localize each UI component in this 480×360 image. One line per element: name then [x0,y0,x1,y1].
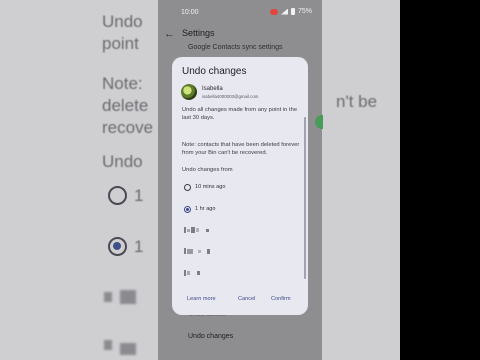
page-title: Settings [182,28,215,38]
battery-level: 75% [297,8,312,15]
status-bar: 10:00 75% [158,0,322,22]
option-redacted-1[interactable] [184,227,209,233]
phone-screen: 10:00 75% ← Settings Google Contacts syn… [158,0,322,360]
avatar [181,84,197,100]
radio-icon[interactable] [184,183,191,191]
fab-edge-icon[interactable] [315,115,323,129]
blurred-radio-selected-icon [108,237,127,256]
blurred-text-recover: recove [102,118,154,137]
undo-changes-dialog: Undo changes Isabella isabella4000003@gm… [172,57,308,315]
radio-selected-icon[interactable] [184,205,191,213]
settings-row-sync[interactable]: Google Contacts sync settings [188,44,283,51]
blurred-right-panel: n't be [322,0,400,360]
blurred-text-note: Note: [102,74,143,93]
status-time: 10:00 [181,9,199,16]
blurred-text-delete: delete [102,96,149,115]
battery-icon [290,8,295,15]
option-redacted-3[interactable] [184,270,200,276]
option-1-hr[interactable]: 1 hr ago [184,204,216,214]
scrollbar-thumb[interactable] [304,117,306,279]
settings-row-undo-changes[interactable]: Undo changes [188,333,233,340]
cancel-button[interactable]: Cancel [238,296,255,302]
learn-more-button[interactable]: Learn more [187,296,216,302]
blurred-text-cant-be: n't be [336,92,378,111]
account-name: Isabella [202,86,223,92]
back-arrow-icon[interactable]: ← [164,28,176,40]
option-label: 10 mins ago [195,184,226,190]
blurred-redaction [120,290,136,304]
blurred-text-undo: Undo [102,12,143,31]
option-10-mins[interactable]: 10 mins ago [184,182,225,192]
blurred-text-1b: 1 [134,237,144,256]
blurred-redaction [104,292,112,302]
option-label: 1 hr ago [195,206,216,212]
recording-icon [269,8,278,15]
signal-icon [280,8,288,15]
blurred-left-panel: Undo point Note: delete recove Undo 1 1 [0,0,158,360]
black-margin [400,0,480,360]
option-redacted-2[interactable] [184,248,210,254]
app-bar: ← Settings [158,22,322,46]
blurred-radio-icon [108,186,127,205]
blurred-text-1: 1 [134,186,144,205]
dialog-scrollbar[interactable] [304,117,306,279]
dialog-description: Undo all changes made from any point in … [182,107,298,121]
blurred-redaction [104,340,112,350]
blurred-text-undo-2: Undo [102,152,143,171]
blurred-redaction [120,343,136,355]
confirm-button[interactable]: Confirm [271,296,291,302]
blurred-text-point: point [102,34,139,53]
status-icons: 75% [269,8,312,15]
screen: Undo point Note: delete recove Undo 1 1 … [0,0,480,360]
account-email: isabella4000003@gmail.com [202,94,259,99]
dialog-note: Note: contacts that have been deleted fo… [182,142,300,156]
section-label: Undo changes from [182,167,233,173]
dialog-title: Undo changes [182,66,247,77]
